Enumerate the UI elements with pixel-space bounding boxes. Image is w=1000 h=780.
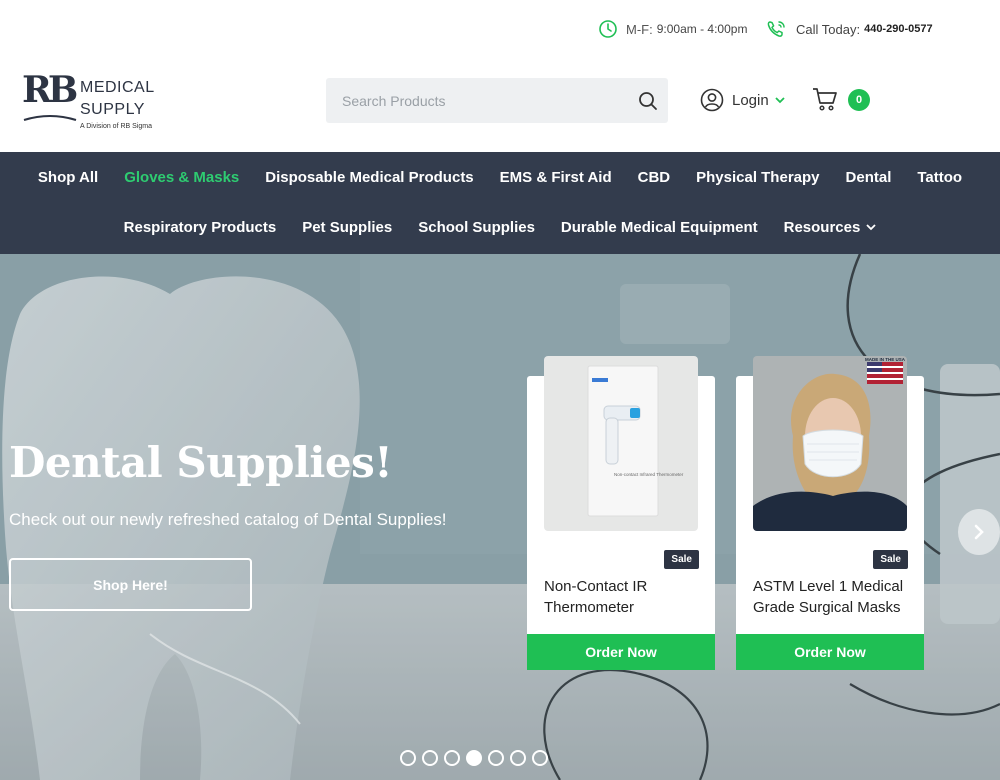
site-logo[interactable]: RB MEDICAL SUPPLY A Division of RB Sigma [22, 68, 172, 130]
cart-button[interactable]: 0 [812, 86, 872, 116]
clock-icon [599, 20, 617, 38]
phone-number[interactable]: 440-290-0577 [864, 23, 933, 35]
site-header: RB MEDICAL SUPPLY A Division of RB Sigma… [0, 58, 1000, 152]
call-label: Call Today: [796, 21, 861, 37]
woman-wearing-mask-image: MADE IN THE USA [753, 356, 907, 531]
chevron-down-icon [866, 224, 876, 231]
product-card[interactable]: Non-contact Infrared Thermometer Sale No… [527, 356, 715, 670]
logo-swoosh [23, 115, 77, 121]
login-menu[interactable]: Login [700, 88, 785, 112]
call-today[interactable]: Call Today: 440-290-0577 [766, 17, 933, 41]
nav-item-shop-all[interactable]: Shop All [38, 169, 98, 186]
order-now-button[interactable]: Order Now [527, 634, 715, 670]
logo-text-medical: MEDICAL [80, 79, 155, 96]
nav-item-disposable-medical[interactable]: Disposable Medical Products [265, 169, 473, 186]
search-input[interactable] [326, 78, 628, 123]
slider-dot[interactable] [444, 750, 460, 766]
hero-subtitle: Check out our newly refreshed catalog of… [9, 510, 447, 529]
slider-next-button[interactable] [958, 509, 1000, 555]
chevron-right-icon [974, 524, 984, 540]
nav-item-resources-label: Resources [783, 218, 861, 236]
product-card[interactable]: MADE IN THE USA Sale ASTM Level 1 Medica… [736, 356, 924, 670]
slider-dots [400, 750, 548, 766]
logo-mark: RB [22, 69, 78, 111]
nav-row-2: Respiratory Products Pet Supplies School… [0, 202, 1000, 252]
slider-dot[interactable] [488, 750, 504, 766]
main-navigation: Shop All Gloves & Masks Disposable Medic… [0, 152, 1000, 254]
nav-item-durable-equipment[interactable]: Durable Medical Equipment [561, 219, 758, 236]
nav-item-cbd[interactable]: CBD [638, 169, 671, 186]
nav-item-school-supplies[interactable]: School Supplies [418, 219, 535, 236]
logo-text-supply: SUPPLY [80, 101, 145, 118]
cart-count-badge: 0 [848, 89, 870, 111]
product-image-thermometer[interactable]: Non-contact Infrared Thermometer [544, 356, 698, 531]
product-name[interactable]: Non-Contact IR Thermometer [544, 576, 704, 618]
chevron-down-icon [775, 97, 785, 104]
nav-item-dental[interactable]: Dental [846, 169, 892, 186]
sale-badge: Sale [664, 550, 699, 569]
search-icon [639, 91, 657, 110]
nav-item-physical-therapy[interactable]: Physical Therapy [696, 169, 819, 186]
order-now-button[interactable]: Order Now [736, 634, 924, 670]
thermometer-box-image: Non-contact Infrared Thermometer [544, 356, 698, 531]
search-bar [326, 78, 668, 123]
nav-item-pet-supplies[interactable]: Pet Supplies [302, 219, 392, 236]
business-hours: M-F: 9:00am - 4:00pm [598, 17, 747, 41]
user-icon [700, 88, 724, 112]
slider-dot[interactable] [510, 750, 526, 766]
cart-icon [813, 88, 837, 111]
made-in-usa-text: MADE IN THE USA [865, 357, 906, 362]
nav-item-resources[interactable]: Resources [784, 219, 877, 236]
top-info-bar: M-F: 9:00am - 4:00pm Call Today: 440-290… [0, 0, 1000, 58]
phone-icon [767, 21, 785, 37]
hero-slider: Dental Supplies! Check out our newly ref… [0, 254, 1000, 780]
nav-item-gloves-masks[interactable]: Gloves & Masks [124, 169, 239, 186]
slider-dot[interactable] [466, 750, 482, 766]
hero-title: Dental Supplies! [9, 438, 393, 487]
shop-here-button[interactable]: Shop Here! [9, 558, 252, 611]
nav-item-respiratory[interactable]: Respiratory Products [124, 219, 277, 236]
hours-value: 9:00am - 4:00pm [656, 22, 748, 36]
box-text: Non-contact Infrared Thermometer [614, 472, 684, 477]
sale-badge: Sale [873, 550, 908, 569]
product-name[interactable]: ASTM Level 1 Medical Grade Surgical Mask… [753, 576, 913, 618]
login-label: Login [732, 91, 769, 109]
nav-row-1: Shop All Gloves & Masks Disposable Medic… [0, 152, 1000, 202]
search-button[interactable] [628, 78, 668, 123]
slider-dot[interactable] [532, 750, 548, 766]
slider-dot[interactable] [422, 750, 438, 766]
logo-division: A Division of RB Sigma [80, 123, 152, 130]
hours-label: M-F: [626, 21, 653, 37]
nav-item-tattoo[interactable]: Tattoo [917, 169, 962, 186]
product-image-surgical-masks[interactable]: MADE IN THE USA [753, 356, 907, 531]
nav-item-ems-first-aid[interactable]: EMS & First Aid [500, 169, 612, 186]
slider-dot[interactable] [400, 750, 416, 766]
